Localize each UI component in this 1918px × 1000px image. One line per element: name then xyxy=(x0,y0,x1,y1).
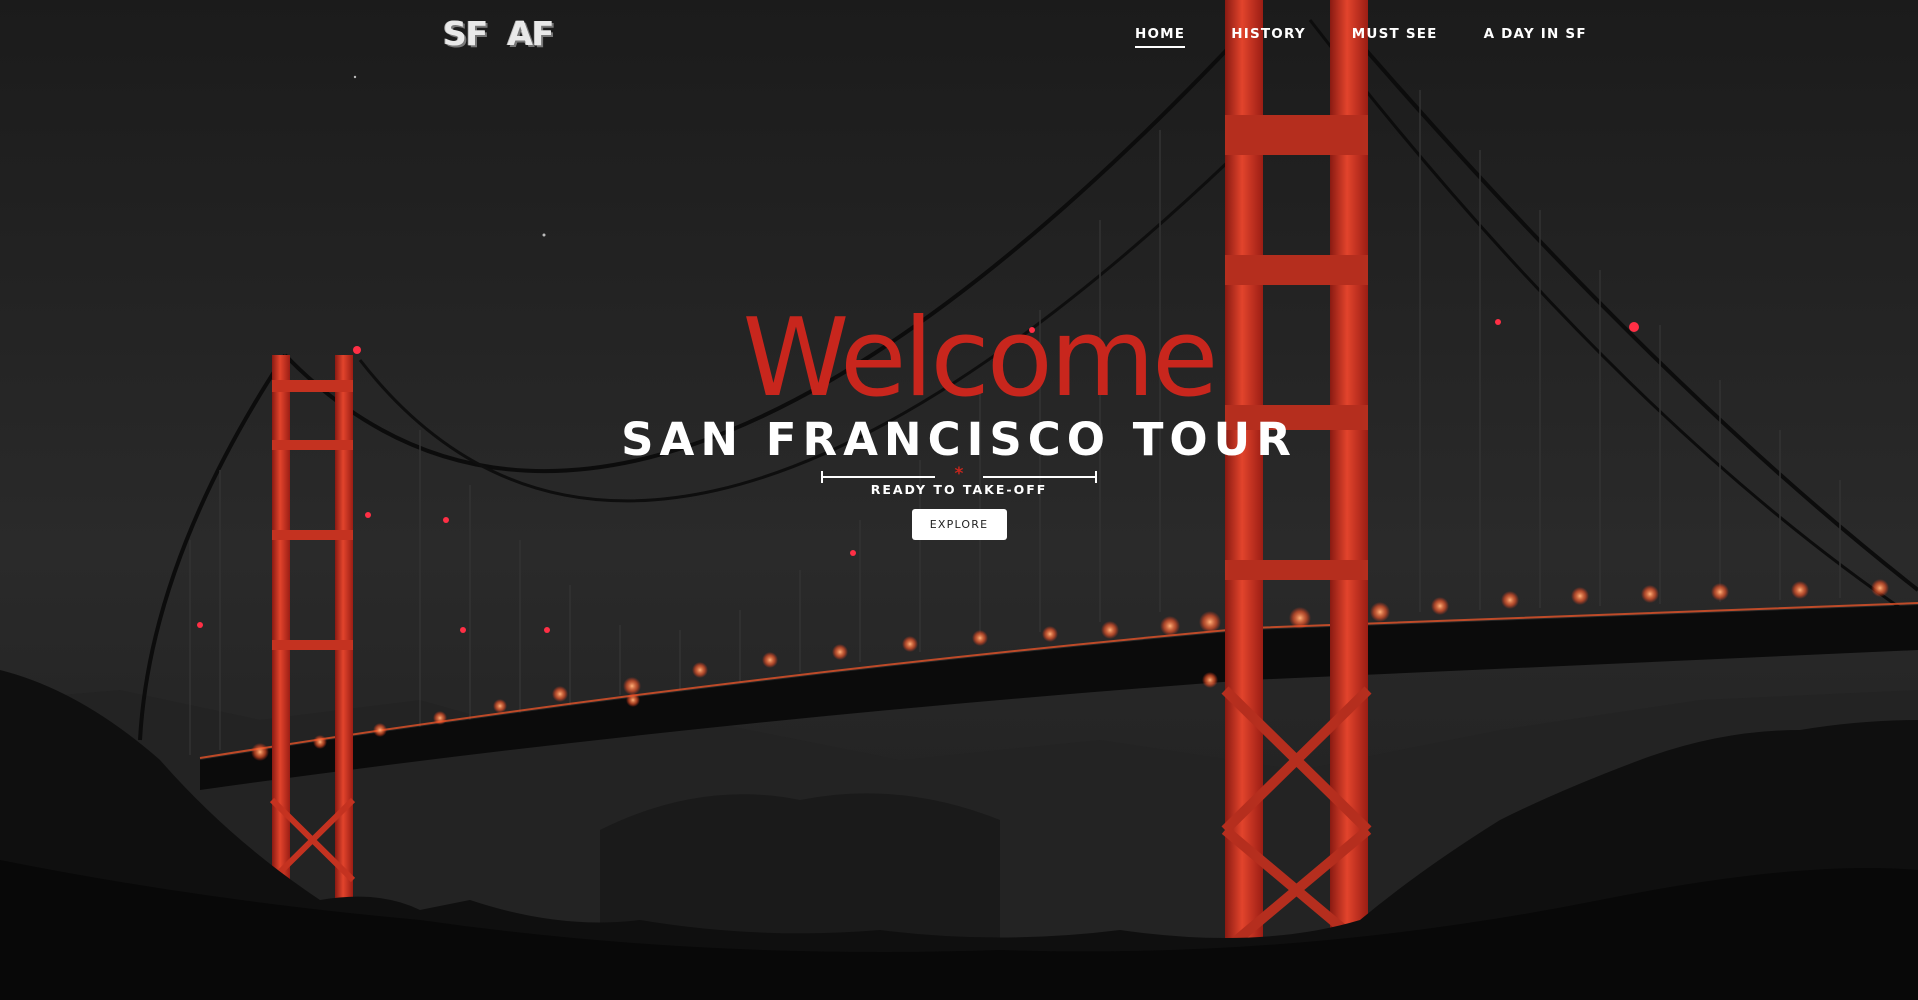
nav-item-history[interactable]: HISTORY xyxy=(1231,26,1306,48)
main-navigation: HOME HISTORY MUST SEE A DAY IN SF xyxy=(1135,26,1633,48)
explore-button[interactable]: EXPLORE xyxy=(911,509,1007,540)
tagline: READY TO TAKE-OFF xyxy=(870,482,1048,497)
hero-content: Welcome SAN FRANCISCO TOUR * READY TO TA… xyxy=(0,305,1918,540)
divider-line-left xyxy=(821,476,935,478)
nav-item-a-day-in-sf[interactable]: A DAY IN SF xyxy=(1484,26,1587,48)
site-logo[interactable]: SF AF xyxy=(443,14,554,53)
page-title: SAN FRANCISCO TOUR xyxy=(621,413,1297,466)
logo-text-left: SF xyxy=(443,14,488,53)
divider-cap-right xyxy=(1095,471,1097,483)
logo-text-right: AF xyxy=(507,14,554,53)
welcome-heading: Welcome xyxy=(742,296,1218,421)
divider-line-right xyxy=(983,476,1097,478)
divider-star-icon: * xyxy=(954,464,964,484)
title-divider: * xyxy=(821,464,1097,484)
hero-section: SF AF HOME HISTORY MUST SEE A DAY IN SF W… xyxy=(0,0,1918,1000)
nav-item-home[interactable]: HOME xyxy=(1135,26,1186,48)
nav-item-must-see[interactable]: MUST SEE xyxy=(1352,26,1438,48)
